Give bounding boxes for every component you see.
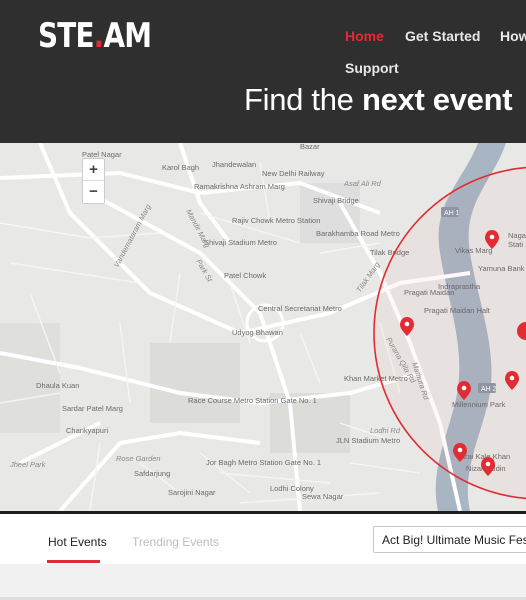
- map-label: Udyog Bhawan: [232, 328, 283, 337]
- zoom-controls: + −: [82, 158, 105, 204]
- logo[interactable]: STE.AM: [38, 16, 152, 56]
- map-label: Dhaula Kuan: [36, 381, 79, 390]
- hero-heading: Find the next event: [244, 82, 513, 118]
- park-area: [150, 343, 240, 423]
- map-label: Sardar Patel Marg: [62, 404, 123, 413]
- map-label: Rose Garden: [116, 454, 161, 463]
- zoom-in-button[interactable]: +: [83, 159, 104, 181]
- park-area: [0, 323, 60, 433]
- logo-dot: .: [93, 16, 105, 56]
- map-label: Patel Chowk: [224, 271, 266, 280]
- map-label: Bazar: [300, 143, 320, 151]
- map-label: New Delhi Railway: [262, 169, 325, 178]
- site-header: STE.AM Home Get Started How Support Find…: [0, 0, 526, 143]
- hero-heading-light: Find the: [244, 82, 362, 117]
- hero-heading-bold: next event: [361, 82, 513, 117]
- map-label: Jheel Park: [9, 460, 47, 469]
- event-tabs: Hot Events Trending Events Act Big! Ulti…: [0, 514, 526, 564]
- map-label: Chankyapuri: [66, 426, 108, 435]
- map-label: Shivaji Bridge: [313, 196, 359, 205]
- nav-home[interactable]: Home: [345, 28, 384, 44]
- map-label: Ramakrishna Ashram Marg: [194, 182, 285, 191]
- event-select[interactable]: Act Big! Ultimate Music Festival: [373, 526, 526, 553]
- map-canvas[interactable]: Patel Nagar Karol Bagh Jhandewalan New D…: [0, 143, 526, 511]
- map-label: Safdarjung: [134, 469, 170, 478]
- map-label: Jhandewalan: [212, 160, 256, 169]
- nav-how[interactable]: How: [500, 28, 526, 44]
- map-label: Jor Bagh Metro Station Gate No. 1: [206, 458, 321, 467]
- map-label: Rajiv Chowk Metro Station: [232, 216, 320, 225]
- map-label: Barakhamba Road Metro: [316, 229, 400, 238]
- active-tab-indicator: [47, 560, 100, 563]
- content-area: [0, 564, 526, 600]
- map-label: Asaf Ali Rd: [343, 179, 382, 188]
- tab-hot-events[interactable]: Hot Events: [48, 535, 107, 549]
- map-label: Park St: [194, 258, 215, 285]
- logo-text-right: AM: [103, 16, 152, 56]
- search-radius-circle: [373, 166, 526, 500]
- map-label: Central Secretariat Metro: [258, 304, 342, 313]
- map-label: Lodhi Rd: [370, 426, 401, 435]
- logo-text-left: STE: [38, 16, 95, 56]
- map-label: Sewa Nagar: [302, 492, 344, 501]
- map-label: Shivaji Stadium Metro: [204, 238, 277, 247]
- map-label: Race Course Metro Station Gate No. 1: [188, 396, 317, 405]
- map-label: JLN Stadium Metro: [336, 436, 400, 445]
- map-label: Sarojini Nagar: [168, 488, 216, 497]
- zoom-out-button[interactable]: −: [83, 181, 104, 203]
- nav-support[interactable]: Support: [345, 60, 399, 76]
- map-label: Tilak Marg: [354, 260, 382, 294]
- tab-trending-events[interactable]: Trending Events: [132, 535, 219, 549]
- nav-get-started[interactable]: Get Started: [405, 28, 480, 44]
- map-label: Karol Bagh: [162, 163, 199, 172]
- event-map[interactable]: Patel Nagar Karol Bagh Jhandewalan New D…: [0, 143, 526, 511]
